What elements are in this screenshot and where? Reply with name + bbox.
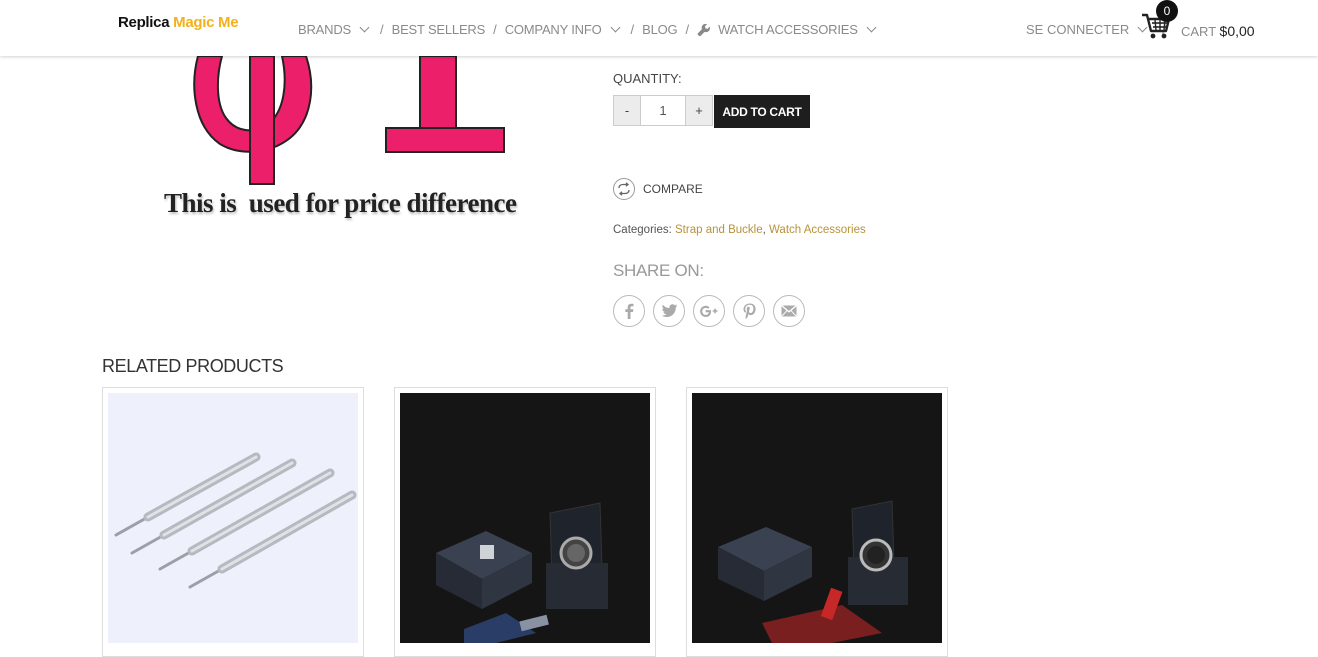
nav-item-label: COMPANY INFO — [504, 22, 602, 37]
compare-button[interactable]: COMPARE — [613, 178, 703, 200]
email-icon[interactable] — [773, 295, 805, 327]
account-label: SE CONNECTER — [1026, 22, 1130, 37]
quantity-increase-button[interactable]: + — [685, 95, 713, 126]
site-header: Replica Magic Me BRANDS / BEST SELLERS /… — [0, 0, 1318, 56]
watch-box-image — [400, 393, 650, 643]
twitter-icon[interactable] — [653, 295, 685, 327]
wrench-icon — [697, 23, 711, 36]
category-link-watch-accessories[interactable]: Watch Accessories — [769, 224, 866, 236]
chevron-down-icon — [610, 22, 620, 33]
compare-icon — [613, 178, 635, 200]
spring-bar-tools-image — [108, 393, 358, 643]
add-to-cart-button[interactable]: ADD TO CART — [714, 95, 810, 128]
product-image-caption: This is used for price difference — [164, 188, 517, 218]
cart-label: CART — [1181, 24, 1216, 39]
quantity-stepper: - + — [613, 95, 713, 126]
related-product-card[interactable] — [686, 387, 948, 657]
related-product-card[interactable] — [102, 387, 364, 657]
nav-separator: / — [630, 22, 635, 37]
nav-separator: / — [685, 22, 690, 37]
nav-item-label: WATCH ACCESSORIES — [718, 22, 858, 37]
related-product-image[interactable] — [108, 393, 358, 643]
nav-item-label: BEST SELLERS — [391, 22, 486, 37]
logo-text-part1: Replica — [118, 14, 170, 31]
categories-prefix: Categories: — [613, 224, 672, 236]
nav-item-label: BLOG — [642, 22, 678, 37]
quantity-label: QUANTITY: — [613, 71, 682, 86]
main-nav: BRANDS / BEST SELLERS / COMPANY INFO / B… — [298, 22, 879, 37]
related-product-image[interactable] — [400, 393, 650, 643]
cart-link[interactable]: CART $0,00 — [1181, 23, 1255, 39]
facebook-icon[interactable] — [613, 295, 645, 327]
product-categories: Categories: Strap and Buckle, Watch Acce… — [613, 224, 866, 236]
nav-item-watch-accessories[interactable]: WATCH ACCESSORIES — [697, 22, 879, 37]
nav-item-label: BRANDS — [298, 22, 351, 37]
nav-separator: / — [379, 22, 384, 37]
category-link-strap-and-buckle[interactable]: Strap and Buckle — [675, 224, 763, 236]
google-plus-icon[interactable] — [693, 295, 725, 327]
cart-count-badge: 0 — [1156, 0, 1178, 22]
pinterest-icon[interactable] — [733, 295, 765, 327]
related-product-card[interactable] — [394, 387, 656, 657]
site-logo[interactable]: Replica Magic Me — [118, 14, 239, 31]
watch-box-image — [692, 393, 942, 643]
chevron-down-icon — [866, 22, 877, 33]
nav-item-company-info[interactable]: COMPANY INFO — [505, 22, 623, 37]
social-share-bar — [613, 295, 805, 327]
related-product-image[interactable] — [692, 393, 942, 643]
logo-text-part2: Magic Me — [173, 14, 239, 31]
compare-label: COMPARE — [643, 182, 703, 196]
nav-item-blog[interactable]: BLOG — [642, 22, 678, 37]
quantity-decrease-button[interactable]: - — [613, 95, 641, 126]
nav-separator: / — [493, 22, 497, 37]
nav-item-best-sellers[interactable]: BEST SELLERS — [391, 22, 486, 37]
related-products-title: RELATED PRODUCTS — [102, 356, 284, 376]
nav-item-brands[interactable]: BRANDS — [298, 22, 372, 37]
chevron-down-icon — [359, 22, 370, 33]
quantity-input[interactable] — [641, 95, 685, 126]
cart-total: $0,00 — [1219, 23, 1255, 39]
share-title: SHARE ON: — [613, 261, 704, 280]
